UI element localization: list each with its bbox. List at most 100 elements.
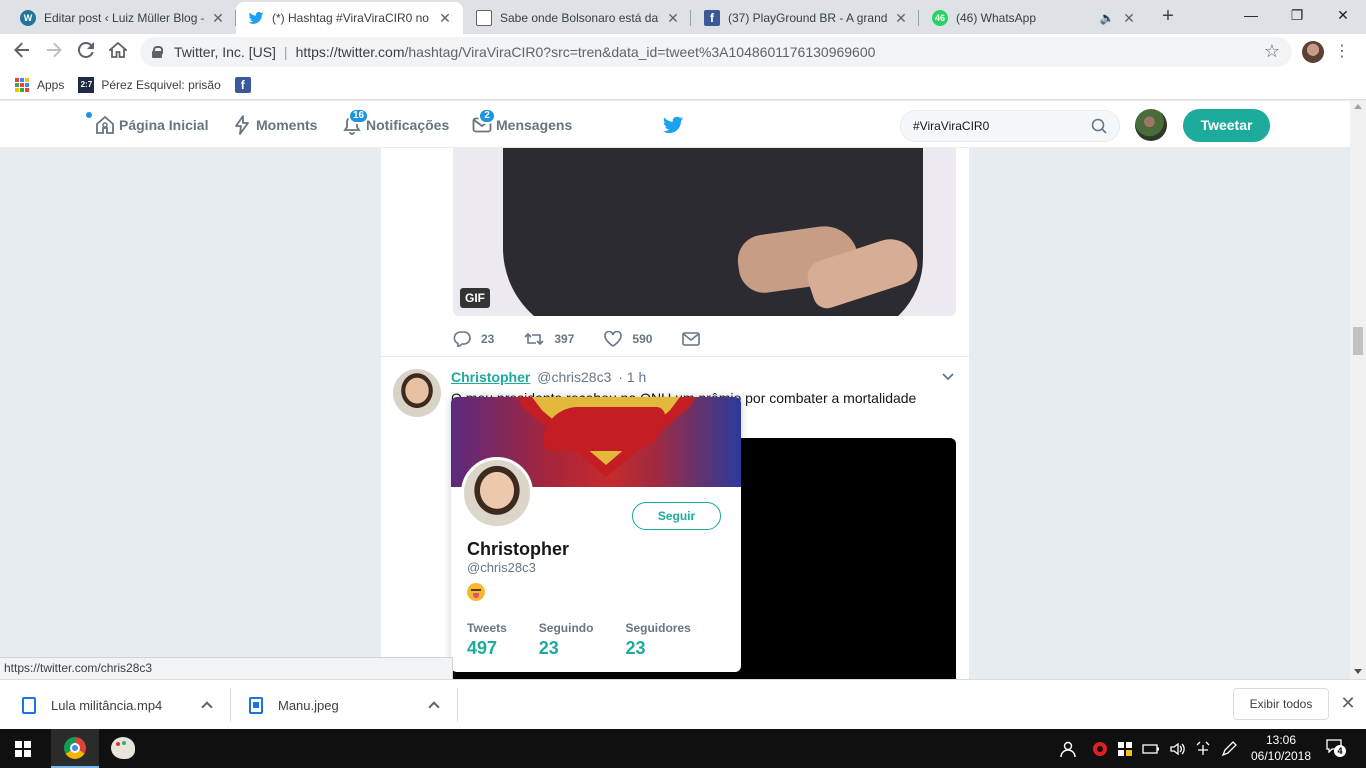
chevron-down-icon[interactable] [941,370,955,384]
windows-taskbar: 13:06 06/10/2018 4 [0,729,1366,768]
retweet-icon [524,332,544,346]
browser-tab-strip: W Editar post ‹ Luiz Müller Blog — ✕ (*)… [0,0,1366,34]
tab-title: (*) Hashtag #ViraViraCIR0 no Tw [272,11,431,25]
bell-icon: 16 [342,107,370,135]
pen-icon[interactable] [1221,740,1237,757]
chevron-up-icon[interactable] [428,701,440,713]
profile-hovercard: Seguir Christopher @chris28c3 Tweets 497… [451,397,741,672]
minimize-button[interactable]: — [1228,0,1274,30]
download-item[interactable]: Lula militância.mp4 [22,688,222,722]
nav-moments[interactable]: Moments [232,101,317,148]
beats-audio-icon[interactable] [1092,741,1108,757]
network-icon[interactable] [1194,741,1212,757]
hovercard-handle[interactable]: @chris28c3 [467,560,536,575]
profile-avatar[interactable] [1302,41,1324,63]
stat-following[interactable]: Seguindo 23 [539,621,594,659]
retweet-button[interactable]: 397 [524,331,574,347]
chevron-up-icon[interactable] [201,701,213,713]
speaker-icon[interactable]: 🔈 [1099,11,1115,25]
close-icon[interactable]: ✕ [1121,10,1137,27]
download-item[interactable]: Manu.jpeg [249,688,449,722]
tab-title: Sabe onde Bolsonaro está dand [500,11,659,25]
tab-facebook[interactable]: f (37) PlayGround BR - A grande ✕ [692,2,919,34]
tab-title: Editar post ‹ Luiz Müller Blog — [44,11,204,25]
browser-menu-icon[interactable]: ⋮ [1334,40,1350,64]
show-all-downloads-button[interactable]: Exibir todos [1233,688,1329,720]
tweet-author-handle[interactable]: @chris28c3 [537,369,611,385]
new-content-dot [86,112,92,118]
volume-icon[interactable] [1169,741,1185,757]
notification-count-badge: 4 [1334,745,1346,757]
home-icon [107,41,129,58]
envelope-icon: 2 [472,107,496,135]
chrome-icon [64,737,86,759]
tweet-author-name[interactable]: Christopher [451,369,530,385]
scroll-down-icon[interactable] [1354,669,1362,674]
reload-button[interactable] [72,38,100,66]
follow-button[interactable]: Seguir [632,502,721,530]
nav-notifications[interactable]: 16 Notificações [342,101,449,148]
address-bar[interactable]: Twitter, Inc. [US] | https://twitter.com… [140,37,1292,67]
heart-icon [604,331,623,347]
close-icon[interactable]: ✕ [893,10,909,27]
url-text: https://twitter.com/hashtag/ViraViraCIR0… [295,44,876,60]
bookmarks-bar: Apps 2:7 Pérez Esquivel: prisão f [0,70,1366,100]
reload-icon [77,41,94,58]
back-button[interactable] [8,38,36,66]
stat-tweets[interactable]: Tweets 497 [467,621,507,659]
windows-start-icon[interactable] [15,741,31,757]
reply-icon [453,331,471,347]
nav-messages[interactable]: 2 Mensagens [472,101,572,148]
restore-button[interactable]: ❐ [1274,0,1320,30]
bookmark-apps[interactable]: Apps [0,77,64,92]
twitter-logo-icon[interactable] [662,114,684,136]
taskbar-paint[interactable] [99,729,147,768]
close-icon[interactable]: ✕ [210,10,226,27]
tweet-timestamp[interactable]: · 1 h [618,369,646,385]
apps-grid-icon [15,77,29,92]
messages-badge: 2 [478,107,496,124]
close-window-button[interactable]: ✕ [1320,0,1366,30]
battery-icon[interactable] [1142,741,1160,757]
home-button[interactable] [104,38,132,66]
security-shield-icon[interactable] [1117,741,1133,757]
action-center-icon[interactable]: 4 [1326,739,1346,757]
new-tab-button[interactable]: + [1156,5,1180,29]
tab-news[interactable]: Sabe onde Bolsonaro está dand ✕ [464,2,691,34]
notifications-badge: 16 [348,107,370,124]
twitter-search-input[interactable]: #ViraViraCIR0 [900,110,1120,142]
twitter-icon [248,10,264,26]
nav-home[interactable]: Página Inicial [95,101,208,148]
reply-button[interactable]: 23 [453,331,494,347]
tab-wordpress[interactable]: W Editar post ‹ Luiz Müller Blog — ✕ [8,2,236,34]
bookmark-star-icon[interactable]: ☆ [1264,41,1280,62]
tweet-button[interactable]: Tweetar [1183,109,1270,142]
tweet-author-avatar[interactable] [393,369,441,417]
taskbar-clock[interactable]: 13:06 06/10/2018 [1244,732,1318,764]
hovercard-name[interactable]: Christopher [467,539,569,560]
wordpress-icon: W [20,10,36,26]
close-icon[interactable]: ✕ [437,10,453,27]
close-icon[interactable]: ✕ [1339,692,1357,714]
bookmark-facebook[interactable]: f [234,76,258,93]
hovercard-avatar[interactable] [461,457,533,529]
stat-followers[interactable]: Seguidores 23 [625,621,690,659]
browser-toolbar: Twitter, Inc. [US] | https://twitter.com… [0,34,1366,70]
like-button[interactable]: 590 [604,331,652,347]
taskbar-chrome[interactable] [51,729,99,768]
bookmark-perez-esquivel[interactable]: 2:7 Pérez Esquivel: prisão [78,76,221,93]
direct-message-button[interactable] [682,332,710,346]
account-avatar[interactable] [1135,109,1167,141]
scroll-up-icon[interactable] [1354,104,1362,109]
scrollbar-thumb[interactable] [1353,327,1363,355]
people-icon[interactable] [1058,740,1076,758]
gif-badge: GIF [460,288,490,308]
forward-button[interactable] [40,38,68,66]
close-icon[interactable]: ✕ [665,10,681,27]
tweet-actions: 23 397 590 [453,328,740,350]
tab-twitter[interactable]: (*) Hashtag #ViraViraCIR0 no Tw ✕ [236,2,463,34]
tab-whatsapp[interactable]: 46 (46) WhatsApp 🔈 ✕ [920,2,1147,34]
tweet-gif-media[interactable]: GIF [453,148,956,316]
search-icon[interactable] [1091,118,1107,134]
page-scrollbar[interactable] [1350,101,1366,679]
